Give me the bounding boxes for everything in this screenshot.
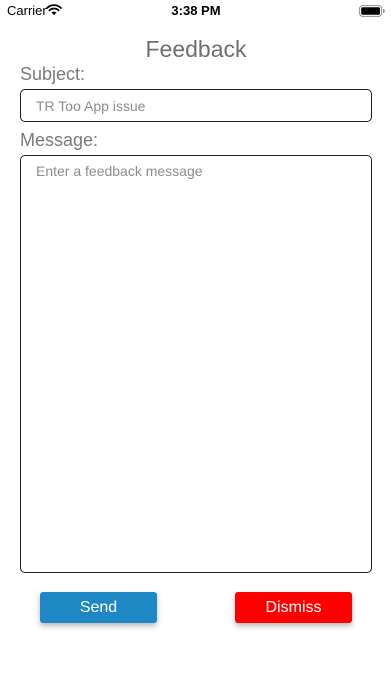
battery-icon — [359, 4, 385, 17]
page-title: Feedback — [145, 36, 247, 62]
subject-label: Subject: — [20, 64, 86, 84]
message-label: Message: — [20, 130, 99, 150]
status-time: 3:38 PM — [171, 3, 221, 18]
dismiss-button[interactable]: Dismiss — [235, 592, 352, 623]
status-bar: Carrier 3:38 PM — [0, 0, 392, 22]
send-button[interactable]: Send — [40, 592, 157, 623]
message-textarea[interactable] — [20, 155, 372, 573]
subject-input[interactable] — [20, 89, 372, 122]
